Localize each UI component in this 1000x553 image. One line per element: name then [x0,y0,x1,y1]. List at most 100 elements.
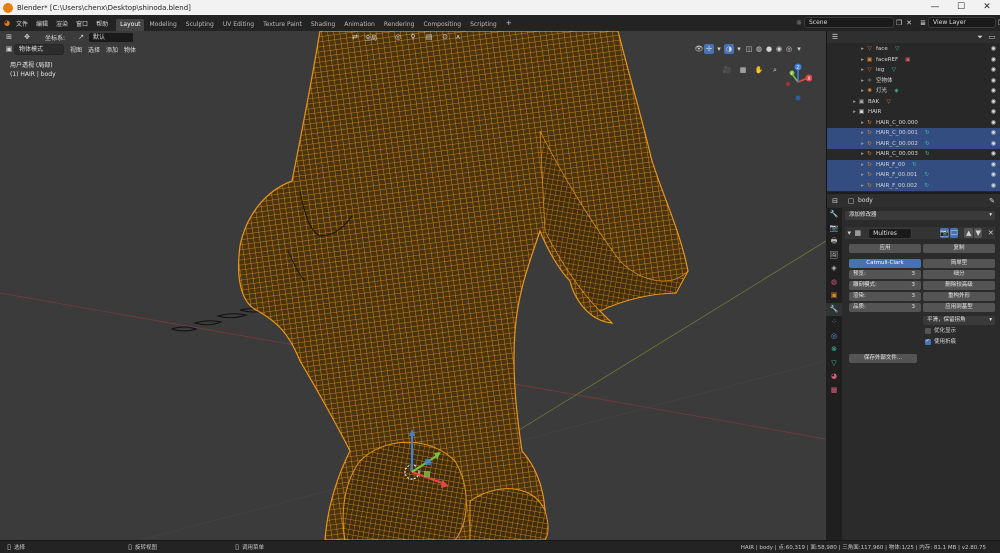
maximize-button[interactable]: ☐ [948,0,974,15]
uv-smooth-dropdown[interactable]: 平滑，保留拐角 ▾ [923,316,995,325]
show-viewport-icon[interactable]: 🖵 [949,228,959,238]
remove-scene-icon[interactable]: ✕ [904,18,914,28]
modifier-badge-icon[interactable]: ▽ [894,44,901,55]
pivot-icon[interactable]: ⇄ [350,32,360,42]
pin-icon[interactable]: ✎ [987,196,997,206]
shading-dropdown-icon[interactable]: ▾ [794,44,804,54]
outliner-row[interactable]: ▸ ✺ 灯光 ◈ ◉ [827,86,1000,97]
scene-tab-icon[interactable]: ◈ [826,262,842,276]
expand-arrow-icon[interactable]: ▸ [859,128,866,139]
visibility-eye-icon[interactable]: ◉ [991,97,996,108]
outliner-row[interactable]: ▸ ↻ HAIR_C_00.003 ↻ ◉ [827,149,1000,160]
outliner-row[interactable]: ▸ ▣ faceREF ▣ ◉ [827,55,1000,66]
modifier-badge-icon[interactable]: ↻ [911,160,918,171]
transform-tool-icon[interactable]: ✥ [22,32,32,42]
apply-button[interactable]: 应用 [849,244,921,253]
workspace-tab-modeling[interactable]: Modeling [145,19,180,31]
modifier-badge-icon[interactable]: ▽ [885,97,892,108]
object-tab-icon[interactable]: ▣ [826,289,842,303]
subdivide-button[interactable]: 细分 [923,270,995,279]
expand-arrow-icon[interactable]: ▸ [859,139,866,150]
expand-arrow-icon[interactable]: ▸ [859,55,866,66]
modifier-badge-icon[interactable]: ▽ [890,65,897,76]
shading-material-icon[interactable]: ◉ [774,44,784,54]
workspace-tab-texture-paint[interactable]: Texture Paint [259,19,306,31]
move-up-icon[interactable]: ▲ [964,228,973,238]
new-view-layer-icon[interactable]: ❐ [996,18,1000,28]
expand-arrow-icon[interactable]: ▸ [859,76,866,87]
visibility-eye-icon[interactable]: ◉ [991,139,996,150]
physics-tab-icon[interactable]: ◎ [826,330,842,344]
blender-menu-icon[interactable]: ◕ [2,18,12,28]
expand-arrow-icon[interactable]: ▸ [859,170,866,181]
outliner-row[interactable]: ▸ ↻ HAIR_F_00.001 ↻ ◉ [827,170,1000,181]
menu-window[interactable]: 窗口 [72,19,92,28]
expand-arrow-icon[interactable]: ▸ [859,149,866,160]
visibility-eye-icon[interactable]: ◉ [991,107,996,118]
modifier-badge-icon[interactable]: ◈ [893,86,900,97]
modifier-badge-icon[interactable]: ↻ [924,139,931,150]
camera-view-icon[interactable]: 🎥 [722,65,732,75]
snap-target-icon[interactable]: ▤ [424,32,434,42]
visibility-eye-icon[interactable]: ◉ [991,65,996,76]
minimize-button[interactable]: — [922,0,948,15]
viewport-scene[interactable] [0,31,826,540]
add-workspace-icon[interactable]: + [504,18,514,28]
close-button[interactable]: ✕ [974,0,1000,15]
save-external-button[interactable]: 保存外部文件... [849,354,917,363]
modifier-badge-icon[interactable]: ↻ [924,149,931,160]
visibility-eye-icon[interactable]: ◉ [991,86,996,97]
modifier-name-field[interactable]: Multires [868,227,913,239]
visibility-eye-icon[interactable]: ◉ [991,55,996,66]
pan-hand-icon[interactable]: ✋ [754,65,764,75]
snap-icon[interactable]: ◎ [393,32,403,42]
expand-arrow-icon[interactable]: ▸ [859,65,866,76]
modifier-badge-icon[interactable]: ↻ [923,181,930,192]
collapse-arrow-icon[interactable]: ▾ [845,228,854,238]
modifier-badge-icon[interactable]: ↻ [924,128,931,139]
grid-view-icon[interactable]: ▦ [738,65,748,75]
reshape-button[interactable]: 重构外形 [923,292,995,301]
gizmo-toggle-icon[interactable]: ✢ [704,44,714,54]
workspace-tab-sculpting[interactable]: Sculpting [182,19,218,31]
orientation-dropdown[interactable]: 默认 [88,31,135,43]
expand-arrow-icon[interactable]: ▸ [851,107,858,118]
object-mode-dropdown[interactable]: 物体模式 [14,43,64,55]
menu-object[interactable]: 物体 [121,45,139,54]
zoom-icon[interactable]: ⌕ [770,65,780,75]
move-down-icon[interactable]: ▼ [973,228,983,238]
expand-arrow-icon[interactable]: ▸ [859,181,866,192]
axis-gizmo[interactable]: Z X Y [782,62,812,106]
navigation-gizmo[interactable]: 🎥 ▦ ✋ ⌕ Z X Y [720,62,820,107]
view-layer-tab-icon[interactable]: 🖼 [826,249,842,263]
visibility-eye-icon[interactable]: ◉ [991,181,996,192]
editor-type-icon[interactable]: ⊞ [4,32,14,42]
properties-editor-icon[interactable]: ⊟ [830,196,840,206]
scene-field[interactable]: Scene [804,17,894,28]
visibility-eye-icon[interactable]: ◉ [991,76,996,87]
render-tab-icon[interactable]: 📷 [826,222,842,236]
menu-help[interactable]: 帮助 [92,19,112,28]
outliner-row[interactable]: ▸ ▣ BAK ▽ ◉ [827,97,1000,108]
shading-solid-icon[interactable]: ● [764,44,774,54]
expand-arrow-icon[interactable]: ▸ [859,160,866,171]
copy-button[interactable]: 复制 [923,244,995,253]
outliner-row[interactable]: ▸ ▽ leg ▽ ◉ [827,65,1000,76]
tool-tab-icon[interactable]: 🔧 [826,208,842,222]
material-tab-icon[interactable]: ◕ [826,370,842,384]
particles-tab-icon[interactable]: ⁘ [826,316,842,330]
outliner-row[interactable]: ▸ ✛ 空物体 ◉ [827,76,1000,87]
add-modifier-dropdown[interactable]: 添加修改器 ▾ [845,211,995,220]
use-creases-checkbox[interactable]: ✓ 使用折痕 [925,338,956,347]
use-creases-box[interactable]: ✓ [925,338,931,345]
menu-select[interactable]: 选择 [85,45,103,54]
new-scene-icon[interactable]: ❐ [894,18,904,28]
visibility-icon[interactable]: 👁 [694,44,704,54]
workspace-tab-shading[interactable]: Shading [307,19,339,31]
apply-base-button[interactable]: 应用到基型 [923,303,995,312]
visibility-eye-icon[interactable]: ◉ [991,170,996,181]
transform-global-dropdown[interactable]: 全局 [362,33,380,42]
3d-viewport[interactable] [0,31,826,540]
snap-toggle-icon[interactable]: ⚲ [408,32,418,42]
expand-arrow-icon[interactable]: ▸ [859,118,866,129]
